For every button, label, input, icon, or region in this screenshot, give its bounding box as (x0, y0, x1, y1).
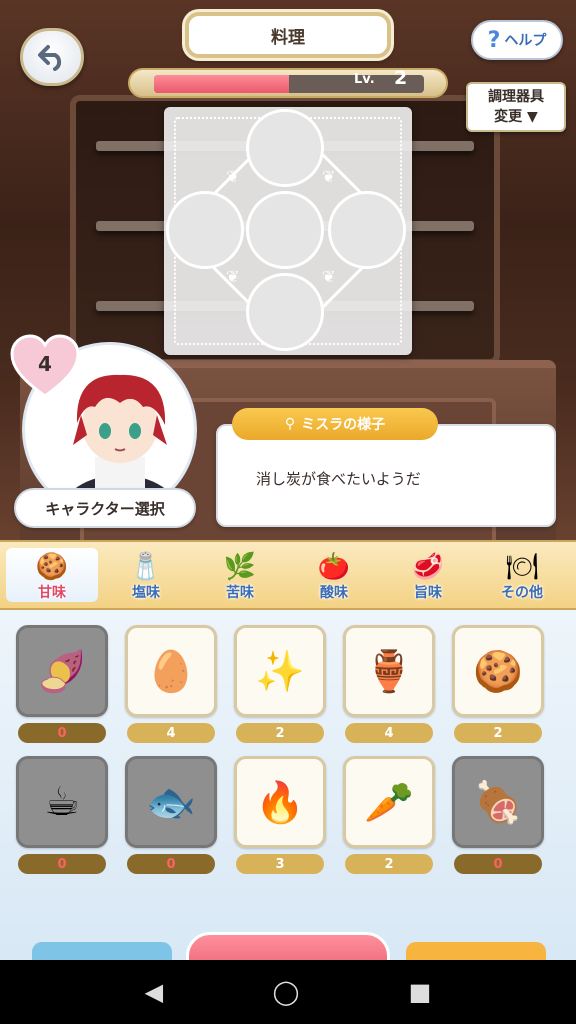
tab-sweet-cookies[interactable]: 🍪 甘味 (6, 548, 98, 602)
tab-label: 酸味 (320, 585, 348, 601)
cookies-icon: 🍪 (473, 648, 523, 695)
salt-icon: 🧂 (129, 552, 163, 582)
level-progress-track (154, 75, 424, 93)
ingredient-quantity: 0 (18, 723, 106, 743)
ingredient-item[interactable]: 🍖 (452, 756, 544, 848)
meat-chunk-icon: 🍖 (473, 779, 523, 826)
dialog-text: 消し炭が食べたいようだ (256, 470, 421, 488)
ingredient-item[interactable]: ✨ (234, 625, 326, 717)
level-bar: Lv. 2 (128, 67, 448, 98)
ingredient-quantity: 2 (454, 723, 542, 743)
bow-ornament-icon: ❦ (322, 267, 336, 286)
eggs-icon: 🥚 (146, 648, 196, 695)
bow-ornament-icon: ❦ (226, 267, 240, 286)
tab-label: その他 (501, 585, 543, 601)
tab-label: 甘味 (38, 585, 66, 601)
level-progress-fill (154, 75, 289, 93)
ingredient-item[interactable]: ☕ (16, 756, 108, 848)
change-cookware-button[interactable]: 調理器具 変更 ▼ (466, 82, 566, 132)
tab-label: 苦味 (226, 585, 254, 601)
ingredient-quantity: 4 (345, 723, 433, 743)
android-nav-bar: ◀ ◯ ■ (0, 960, 576, 1024)
sweet-cookies-icon: 🍪 (35, 552, 69, 582)
tab-meat[interactable]: 🥩 旨味 (382, 548, 474, 602)
ingredient-quantity: 0 (18, 854, 106, 874)
dialog-tag: ⚲ ミスラの様子 (232, 408, 438, 440)
bottom-right-button[interactable] (406, 942, 546, 960)
carrot-icon: 🥕 (364, 779, 414, 826)
ingredient-slot-bottom[interactable] (246, 273, 324, 351)
flaming-potatoes-icon: 🔥 (255, 779, 305, 826)
star-candies-icon: ✨ (255, 648, 305, 695)
dropdown-triangle-icon: ▼ (527, 109, 538, 125)
ingredient-item[interactable]: 🍪 (452, 625, 544, 717)
ingredient-item[interactable]: 🔥 (234, 756, 326, 848)
ingredient-slot-left[interactable] (166, 191, 244, 269)
fish-bones-icon: 🐟 (146, 779, 196, 826)
nav-home-icon[interactable]: ◯ (272, 978, 299, 1006)
herbs-icon: 🌿 (223, 552, 257, 582)
meat-icon: 🥩 (411, 552, 445, 582)
ingredient-slot-right[interactable] (328, 191, 406, 269)
ingredient-quantity: 4 (127, 723, 215, 743)
question-icon: ? (487, 27, 501, 53)
nav-recents-icon[interactable]: ■ (409, 978, 432, 1006)
back-arrow-icon (38, 45, 62, 71)
tab-salt[interactable]: 🧂 塩味 (100, 548, 192, 602)
ingredient-slot-top[interactable] (246, 109, 324, 187)
ingredient-item[interactable]: 🍠 (16, 625, 108, 717)
other-icon: 🍽 (505, 552, 539, 582)
ingredient-slot-center[interactable] (246, 191, 324, 269)
tab-herbs[interactable]: 🌿 苦味 (194, 548, 286, 602)
tab-label: 塩味 (132, 585, 160, 601)
level-value: 2 (394, 67, 408, 89)
back-button[interactable] (20, 28, 84, 86)
help-button[interactable]: ? ヘルプ (471, 20, 563, 60)
tomato-icon: 🍅 (317, 552, 351, 582)
nav-back-icon[interactable]: ◀ (145, 978, 163, 1006)
level-label: Lv. (354, 72, 375, 87)
ingredient-quantity: 0 (127, 854, 215, 874)
affection-value: 4 (38, 352, 52, 376)
gourd-icon: 🏺 (364, 648, 414, 695)
tab-other[interactable]: 🍽 その他 (476, 548, 568, 602)
sweet-potato-icon: 🍠 (37, 648, 87, 695)
ingredient-quantity: 3 (236, 854, 324, 874)
bottom-action-bar (0, 928, 576, 960)
ingredient-item[interactable]: 🏺 (343, 625, 435, 717)
tab-tomato[interactable]: 🍅 酸味 (288, 548, 380, 602)
bow-ornament-icon: ❦ (322, 167, 336, 186)
tab-label: 旨味 (414, 585, 442, 601)
bottom-center-button[interactable] (186, 932, 390, 960)
bow-ornament-icon: ❦ (226, 167, 240, 186)
ingredient-quantity: 0 (454, 854, 542, 874)
ingredient-item[interactable]: 🐟 (125, 756, 217, 848)
character-select-button[interactable]: キャラクター選択 (14, 488, 196, 528)
spoon-icon: ⚲ (284, 416, 296, 432)
ingredient-quantity: 2 (345, 854, 433, 874)
mug-icon: ☕ (44, 779, 80, 825)
ingredient-item[interactable]: 🥚 (125, 625, 217, 717)
cooking-plate: ❦ ❦ ❦ ❦ (164, 107, 412, 355)
ingredient-quantity: 2 (236, 723, 324, 743)
ingredient-item[interactable]: 🥕 (343, 756, 435, 848)
page-title: 料理 (185, 12, 391, 58)
bottom-left-button[interactable] (32, 942, 172, 960)
